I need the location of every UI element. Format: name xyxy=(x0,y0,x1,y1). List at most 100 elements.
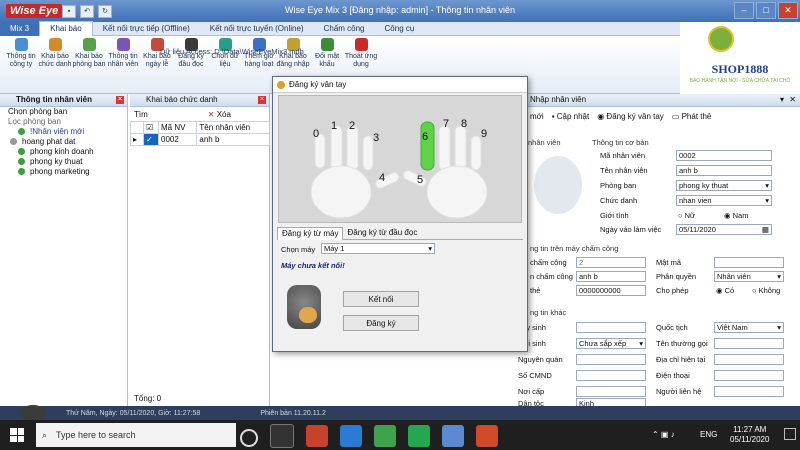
finger-label-5[interactable]: 5 xyxy=(417,174,423,186)
machine-select[interactable]: Máy 1 ▾ xyxy=(321,243,435,254)
excel-icon[interactable] xyxy=(408,425,430,447)
finger-label-9[interactable]: 9 xyxy=(481,128,487,140)
nationality-select[interactable]: Việt Nam ▾ xyxy=(714,322,784,333)
select-all-checkbox[interactable]: ☑ xyxy=(143,121,159,134)
tab-employee-info[interactable]: Thông tin nhân viên × xyxy=(0,94,127,107)
finger-shape[interactable] xyxy=(330,125,343,171)
birthday-field[interactable] xyxy=(576,322,646,333)
row-checkbox[interactable]: ✓ xyxy=(143,133,159,146)
maximize-button[interactable]: □ xyxy=(756,2,776,19)
password-field[interactable] xyxy=(714,257,784,268)
hands-svg xyxy=(310,121,488,219)
finger-label-7[interactable]: 7 xyxy=(443,118,449,130)
attendance-name-field[interactable]: anh b xyxy=(576,271,646,282)
finger-shape[interactable] xyxy=(438,125,451,171)
finger-shape[interactable] xyxy=(362,135,374,171)
finger-label-2[interactable]: 2 xyxy=(349,120,355,132)
tab-mix3[interactable]: Mix 3 xyxy=(0,21,40,36)
new-button[interactable]: mới xyxy=(530,112,544,121)
finger-shape[interactable] xyxy=(402,169,428,187)
title-select[interactable]: nhan vien ▾ xyxy=(676,195,772,206)
connect-button[interactable]: Kết nối xyxy=(343,291,419,307)
close-button[interactable]: ✕ xyxy=(778,2,798,19)
allow-no-radio[interactable]: ○ Không xyxy=(752,286,780,295)
finger-label-3[interactable]: 3 xyxy=(373,132,379,144)
wise-eye-icon[interactable] xyxy=(442,425,464,447)
tab-cong-cu[interactable]: Công cụ xyxy=(375,22,425,36)
company-info-button[interactable]: Thông tin công ty xyxy=(4,36,38,69)
shop-watermark: SHOP1888 BẢO HÀNH TẬN NƠI - SỬA CHỮA TẠI… xyxy=(680,22,800,94)
finger-label-0[interactable]: 0 xyxy=(313,128,319,140)
finger-label-6[interactable]: 6 xyxy=(422,131,428,143)
id-number-field[interactable] xyxy=(576,370,646,381)
tray-icons[interactable]: ⌃ ▣ ♪ xyxy=(652,430,675,439)
tree-item[interactable]: hoang phat dat xyxy=(0,137,127,147)
employee-name-field[interactable]: anh b xyxy=(676,165,772,176)
tab-job-titles[interactable]: Khai báo chức danh × xyxy=(130,94,269,107)
dropdown-icon[interactable]: ▾ xyxy=(780,94,784,106)
start-date-picker[interactable]: 05/11/2020 ▦ xyxy=(676,224,772,235)
nickname-field[interactable] xyxy=(714,338,784,349)
exit-app-button[interactable]: Thoát ứng dụng xyxy=(344,36,378,69)
finger-label-1[interactable]: 1 xyxy=(331,120,337,132)
windows-start-icon[interactable] xyxy=(10,428,24,442)
birthplace-select[interactable]: Chưa sắp xếp ▾ xyxy=(576,338,646,349)
ie-icon[interactable] xyxy=(340,425,362,447)
employee-info-button[interactable]: Thông tin nhân viên xyxy=(106,36,140,69)
tree-item[interactable]: phong marketing xyxy=(0,167,127,177)
task-view-icon[interactable] xyxy=(240,428,258,447)
contact-field[interactable] xyxy=(714,386,784,397)
close-tab-icon[interactable]: × xyxy=(116,96,124,104)
tab-khai-bao[interactable]: Khai báo xyxy=(39,21,93,36)
close-tab-icon[interactable]: × xyxy=(258,96,266,104)
update-button[interactable]: ▪ Cập nhật xyxy=(552,112,590,121)
gender-female-radio[interactable]: ○ Nữ xyxy=(678,211,695,220)
address-field[interactable] xyxy=(714,354,784,365)
search-label[interactable]: Tìm xyxy=(134,110,148,119)
table-row[interactable]: ▸ ✓ 0002 anh b xyxy=(130,133,270,146)
tab-cham-cong[interactable]: Chấm công xyxy=(314,22,375,36)
department-button[interactable]: Khai báo phòng ban xyxy=(72,36,106,69)
issued-place-field[interactable] xyxy=(576,386,646,397)
multitask-icon[interactable] xyxy=(270,424,294,448)
allow-yes-radio[interactable]: ◉ Có xyxy=(716,286,734,295)
input-language[interactable]: ENG xyxy=(700,430,717,439)
camtasia-icon[interactable] xyxy=(476,425,498,447)
attendance-id-field[interactable]: 2 xyxy=(576,257,646,268)
employee-id-field[interactable]: 0002 xyxy=(676,150,772,161)
job-title-button[interactable]: Khai báo chức danh xyxy=(38,36,72,69)
tree-item[interactable]: phong ky thuat xyxy=(0,157,127,167)
clock[interactable]: 11:27 AM 05/11/2020 xyxy=(730,425,769,445)
register-button[interactable]: Đăng ký xyxy=(343,315,419,331)
hometown-field[interactable] xyxy=(576,354,646,365)
avatar[interactable] xyxy=(534,156,582,214)
taskbar-search-input[interactable]: ⌕ Type here to search xyxy=(36,423,236,447)
tab-from-reader[interactable]: Đăng ký từ đầu đọc xyxy=(343,227,421,239)
finger-shape[interactable] xyxy=(346,125,359,171)
app-icon-green[interactable] xyxy=(374,425,396,447)
finger-label-8[interactable]: 8 xyxy=(461,118,467,130)
finger-label-4[interactable]: 4 xyxy=(379,172,385,184)
pin-close-icon[interactable]: ✕ xyxy=(789,94,796,106)
finger-shape[interactable] xyxy=(454,125,467,171)
role-select[interactable]: Nhân viên ▾ xyxy=(714,271,784,282)
selected-finger-shape[interactable] xyxy=(420,121,435,171)
tab-offline[interactable]: Kết nối trực tiếp (Offline) xyxy=(93,22,200,36)
notification-icon[interactable] xyxy=(784,428,796,440)
gender-male-radio[interactable]: ◉ Nam xyxy=(724,211,748,220)
delete-button[interactable]: ✕ Xóa xyxy=(208,110,231,119)
tree-item[interactable]: phong kinh doanh xyxy=(0,147,127,157)
tree-item[interactable]: !Nhân viên mới xyxy=(0,127,127,137)
register-fingerprint-button[interactable]: ◉ Đăng ký vân tay xyxy=(597,112,664,121)
app-icon-red[interactable] xyxy=(306,425,328,447)
issue-card-button[interactable]: ▭ Phát thẻ xyxy=(672,112,712,121)
tab-from-machine[interactable]: Đăng ký từ máy xyxy=(277,226,344,240)
minimize-button[interactable]: – xyxy=(734,2,754,19)
phone-field[interactable] xyxy=(714,370,784,381)
card-field[interactable]: 0000000000 xyxy=(576,285,646,296)
finger-shape[interactable] xyxy=(470,135,482,171)
change-password-button[interactable]: Đổi mật khẩu xyxy=(310,36,344,69)
tab-employee-entry[interactable]: Nhập nhân viên ▾ ✕ xyxy=(496,94,800,107)
department-select[interactable]: phong ky thuat ▾ xyxy=(676,180,772,191)
tab-online[interactable]: Kết nối trực tuyến (Online) xyxy=(200,22,314,36)
